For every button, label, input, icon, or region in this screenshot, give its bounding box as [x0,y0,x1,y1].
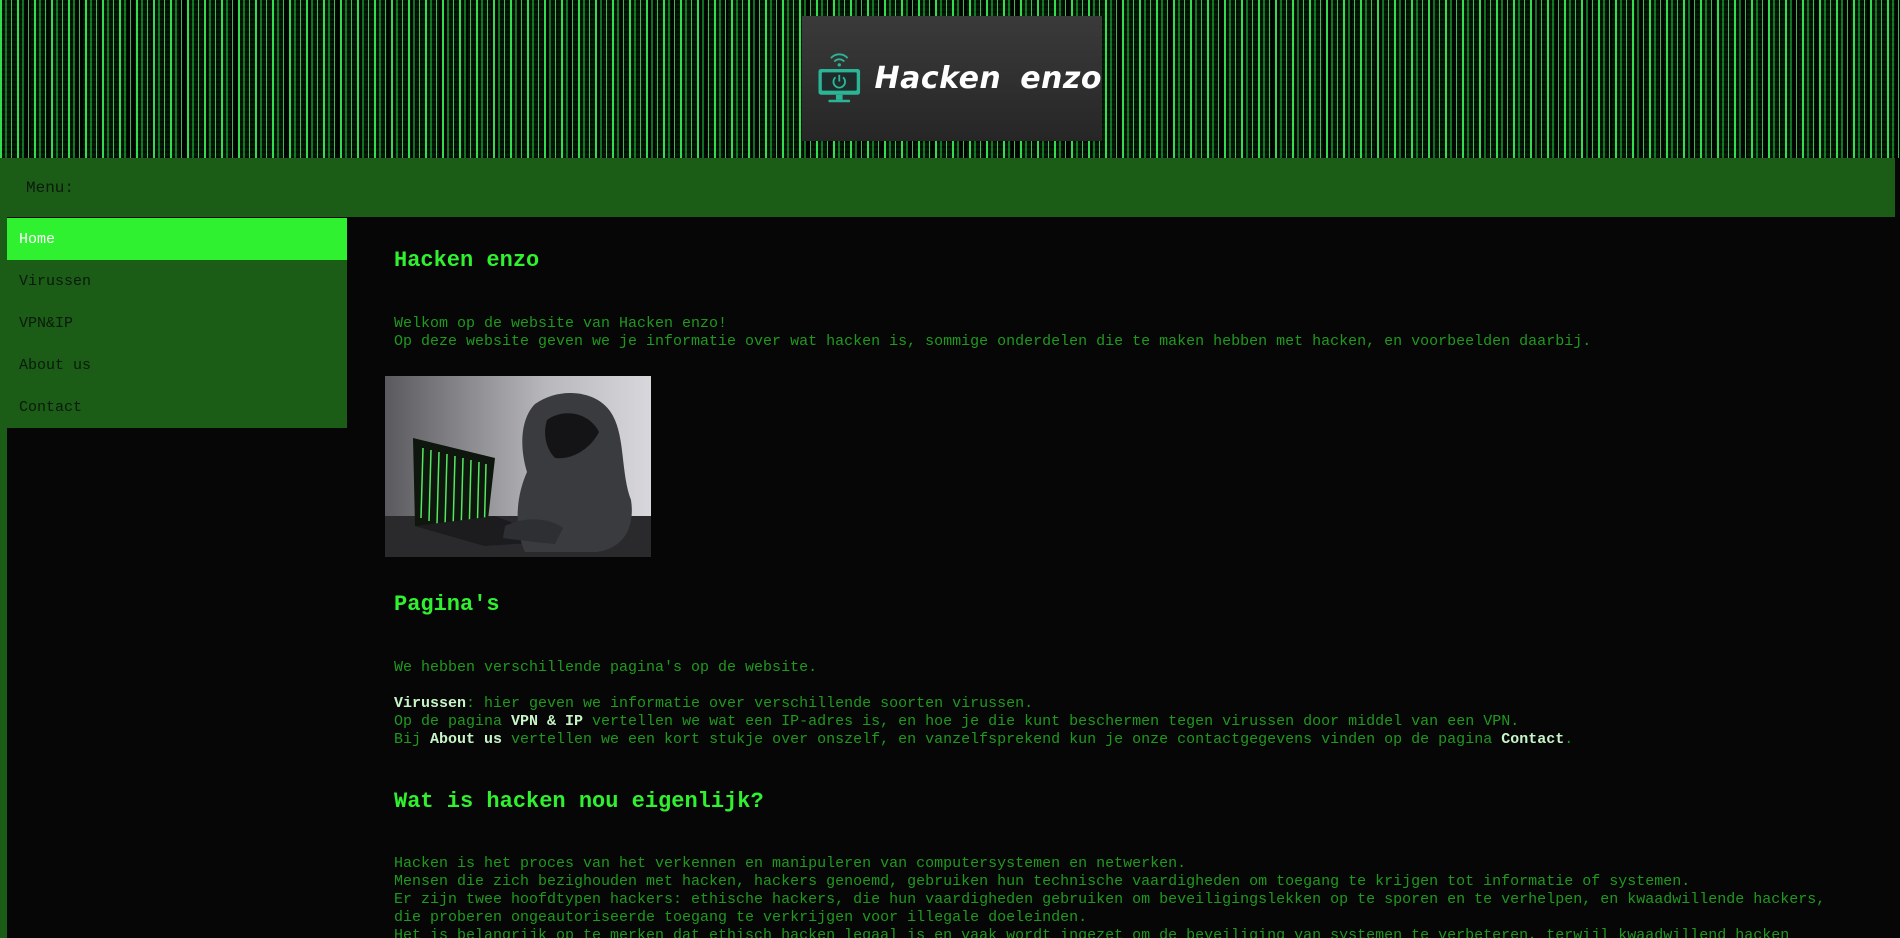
hacker-with-laptop-photo [385,376,651,557]
pages-line-text: Op de pagina [394,713,512,730]
page: Hacken enzo Menu: Home Virussen VPN&IP A… [0,0,1900,938]
sidebar-item-label: About us [19,356,92,374]
hacken-line-4: Het is belangrijk op te merken dat ethis… [394,927,1790,938]
sidebar-item-virussen[interactable]: Virussen [7,260,347,302]
sidebar-item-vpn-ip[interactable]: VPN&IP [7,302,347,344]
pages-line-text: vertellen we wat een IP-adres is, en hoe… [583,713,1520,730]
pages-line-vpn: Op de pagina VPN & IP vertellen we wat e… [394,713,1894,731]
about-us-link[interactable]: About us [430,731,502,748]
hacken-heading: Wat is hacken nou eigenlijk? [394,789,764,814]
hacken-line-1: Hacken is het proces van het verkennen e… [394,855,1187,872]
matrix-header-banner: Hacken enzo [0,0,1900,158]
sidebar-item-label: VPN&IP [19,314,74,332]
sidebar-nav: Home Virussen VPN&IP About us Contact [7,218,347,428]
hacken-line-3: Er zijn twee hoofdtypen hackers: ethisch… [394,891,1826,926]
monitor-power-wifi-icon [818,52,861,102]
contact-link[interactable]: Contact [1501,731,1564,748]
sidebar-item-contact[interactable]: Contact [7,386,347,428]
pages-intro: We hebben verschillende pagina's op de w… [394,659,818,676]
left-border [0,158,7,938]
pages-line-text: : hier geven we informatie over verschil… [466,695,1034,712]
pages-line-text: vertellen we een kort stukje over onszel… [502,731,1502,748]
pages-line-text: . [1564,731,1574,748]
site-logo[interactable]: Hacken enzo [802,16,1102,141]
menu-bar: Menu: [7,158,1895,217]
sidebar-item-home[interactable]: Home [7,218,347,260]
sidebar-item-about-us[interactable]: About us [7,344,347,386]
hacken-line-2: Mensen die zich bezighouden met hacken, … [394,873,1691,890]
page-title: Hacken enzo [394,248,540,273]
vpn-ip-link[interactable]: VPN & IP [511,713,583,730]
pages-line-text: Bij [394,731,431,748]
pages-heading: Pagina's [394,592,500,617]
intro-line-2: Op deze website geven we je informatie o… [394,333,1592,350]
sidebar-item-label: Contact [19,398,83,416]
pages-line-virussen: Virussen: hier geven we informatie over … [394,695,1894,713]
intro-line-1: Welkom op de website van Hacken enzo! [394,315,728,332]
sidebar-item-label: Virussen [19,272,92,290]
virussen-link[interactable]: Virussen [394,695,466,712]
pages-line-about: Bij About us vertellen we een kort stukj… [394,731,1894,749]
logo-text: Hacken enzo [874,61,1102,96]
menu-label: Menu: [26,178,75,197]
sidebar-item-label: Home [19,230,56,248]
